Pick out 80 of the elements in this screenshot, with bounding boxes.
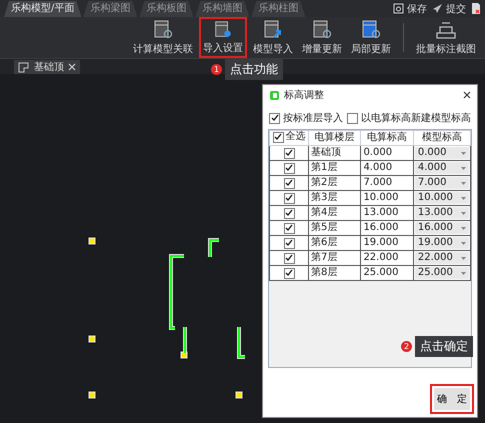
checkbox[interactable] [284, 268, 294, 278]
save-icon[interactable] [393, 3, 404, 14]
table-cell: 0.000 [360, 146, 414, 160]
dropdown[interactable]: 13.000 [414, 207, 469, 219]
tooltip: 点击确定 [415, 336, 473, 357]
caret-icon [461, 226, 466, 230]
document-tab[interactable]: 基础顶 [14, 60, 80, 74]
table-cell: 13.000 [360, 206, 414, 220]
module-tab[interactable]: 乐构墙图 [195, 1, 250, 17]
toolbar-button[interactable]: 计算模型关联 [130, 17, 196, 58]
table-cell: 第3层 [308, 190, 361, 206]
floor-plan-icon [18, 62, 30, 72]
caret-icon [461, 152, 466, 154]
table-cell: 19.000 [360, 236, 414, 250]
module-tab[interactable]: 乐构模型/平面 [4, 1, 82, 17]
caret-icon [461, 182, 466, 184]
column-header: 模型标高 [413, 130, 470, 146]
table-cell: 第8层 [308, 266, 361, 280]
checkbox[interactable] [284, 222, 294, 234]
column-header: 电算标高 [360, 130, 414, 146]
action-label[interactable]: 保存 [407, 2, 427, 16]
table-cell: 第1层 [308, 160, 361, 176]
option-label: 按标准层导入 [283, 112, 343, 125]
app-logo-icon [269, 90, 280, 100]
checkbox[interactable] [284, 252, 294, 264]
caret-icon [461, 242, 466, 244]
toolbar-button[interactable]: 局部更新 [348, 17, 394, 58]
checkbox[interactable] [269, 112, 280, 124]
checkbox[interactable] [347, 112, 358, 124]
checkbox[interactable] [284, 148, 294, 158]
checkbox[interactable] [284, 162, 294, 174]
tooltip: 点击功能 [225, 59, 283, 80]
table-cell: 22.000 [360, 250, 414, 266]
caret-icon [461, 166, 466, 170]
toolbar-button[interactable]: 批量标注截图 [413, 17, 479, 58]
caret-icon [461, 196, 466, 200]
table-cell: 4.000 [360, 160, 414, 176]
caret-icon [461, 272, 466, 274]
dropdown[interactable]: 22.000 [414, 252, 469, 264]
checkbox[interactable] [284, 192, 294, 204]
confirm-button[interactable]: 确 定 [430, 384, 474, 414]
dropdown[interactable]: 7.000 [414, 177, 469, 189]
checkbox[interactable] [284, 178, 294, 188]
dropdown[interactable]: 19.000 [414, 237, 469, 249]
column-header: 电算楼层 [308, 130, 361, 146]
table-cell: 7.000 [360, 176, 414, 190]
document-icon[interactable] [471, 2, 481, 15]
column-header: 全选 [286, 131, 306, 143]
close-icon[interactable] [463, 91, 471, 99]
checkbox[interactable] [272, 132, 284, 142]
table-cell: 第7层 [308, 250, 361, 266]
dropdown[interactable]: 10.000 [414, 192, 469, 204]
tab-label: 基础顶 [34, 60, 64, 74]
module-tab[interactable]: 乐构板图 [139, 1, 194, 17]
toolbar-button[interactable]: 增量更新 [299, 17, 345, 58]
dropdown[interactable]: 4.000 [414, 162, 469, 174]
dialog-title: 标高调整 [284, 88, 325, 102]
document-icon [311, 19, 333, 41]
caret-icon [461, 256, 466, 260]
table-cell: 第4层 [308, 206, 361, 220]
module-tab[interactable]: 乐构柱图 [251, 1, 306, 17]
table-cell: 25.000 [360, 266, 414, 280]
checkbox[interactable] [284, 208, 294, 218]
dropdown[interactable]: 0.000 [414, 147, 469, 159]
table-cell: 10.000 [360, 190, 414, 206]
table-cell: 16.000 [360, 220, 414, 236]
document-icon [152, 19, 174, 41]
dropdown[interactable]: 16.000 [414, 222, 469, 234]
table-cell: 基础顶 [308, 146, 361, 160]
table-cell: 第6层 [308, 236, 361, 250]
table-cell: 第2层 [308, 176, 361, 190]
dropdown[interactable]: 25.000 [414, 267, 469, 279]
document-icon [360, 19, 382, 41]
module-tab[interactable]: 乐构梁图 [83, 1, 138, 17]
action-label[interactable]: 提交 [446, 2, 466, 16]
caret-icon [461, 212, 466, 214]
send-icon[interactable] [432, 3, 443, 14]
option-label: 以电算标高新建模型标高 [361, 112, 471, 125]
checkbox[interactable] [284, 238, 294, 248]
table-cell: 第5层 [308, 220, 361, 236]
